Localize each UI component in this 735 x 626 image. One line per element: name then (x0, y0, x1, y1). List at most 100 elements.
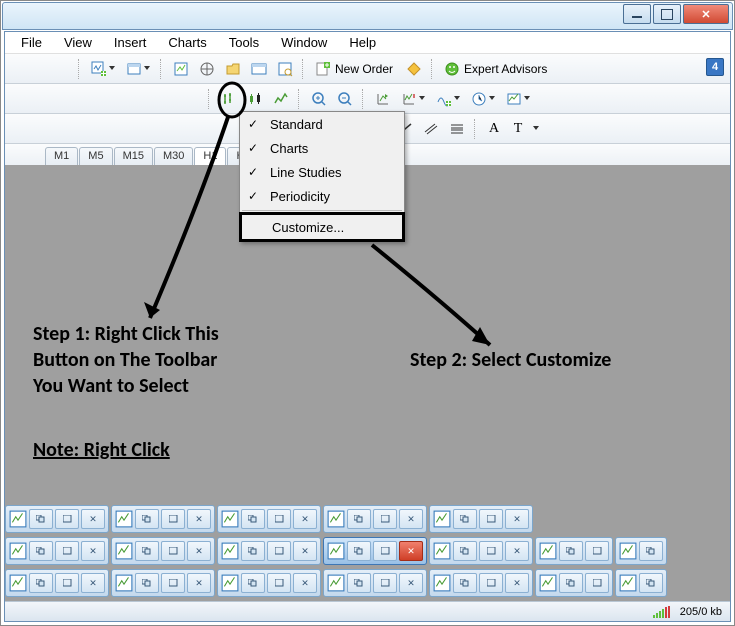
mdi-close-button[interactable]: ✕ (81, 541, 105, 561)
menu-help[interactable]: Help (339, 33, 386, 52)
menu-insert[interactable]: Insert (104, 33, 157, 52)
mdi-minimize-button[interactable] (241, 573, 265, 593)
mdi-maximize-button[interactable] (373, 573, 397, 593)
timeframe-m30[interactable]: M30 (154, 147, 193, 167)
mdi-window-active[interactable]: ✕ (323, 537, 427, 565)
mdi-close-button[interactable]: ✕ (187, 573, 211, 593)
mdi-minimize-button[interactable] (241, 541, 265, 561)
menu-file[interactable]: File (11, 33, 52, 52)
timeframe-h1[interactable]: H1 (194, 147, 226, 167)
mdi-window[interactable] (615, 569, 667, 597)
mdi-maximize-button[interactable] (373, 509, 397, 529)
bar-chart-button[interactable] (217, 88, 241, 110)
ctx-item-periodicity[interactable]: Periodicity (240, 184, 404, 208)
mdi-maximize-button[interactable] (373, 541, 397, 561)
fibonacci-button[interactable] (445, 118, 469, 140)
mdi-minimize-button[interactable] (29, 509, 53, 529)
mdi-window[interactable]: ✕ (429, 569, 533, 597)
strategy-tester-button[interactable] (273, 58, 297, 80)
mdi-minimize-button[interactable] (135, 573, 159, 593)
ctx-item-charts[interactable]: Charts (240, 136, 404, 160)
timeframe-m5[interactable]: M5 (79, 147, 112, 167)
mdi-maximize-button[interactable] (479, 573, 503, 593)
mdi-window[interactable] (615, 537, 667, 565)
mdi-maximize-button[interactable] (585, 541, 609, 561)
mdi-close-button[interactable]: ✕ (505, 509, 529, 529)
mdi-close-button[interactable]: ✕ (505, 541, 529, 561)
dropdown-icon[interactable] (533, 125, 540, 132)
mdi-minimize-button[interactable] (559, 541, 583, 561)
mdi-window[interactable]: ✕ (429, 537, 533, 565)
window-maximize-button[interactable] (653, 4, 681, 24)
market-watch-button[interactable] (169, 58, 193, 80)
alert-count-badge[interactable]: 4 (706, 58, 724, 76)
ctx-item-standard[interactable]: Standard (240, 112, 404, 136)
mdi-window[interactable]: ✕ (5, 569, 109, 597)
mdi-close-button[interactable]: ✕ (293, 509, 317, 529)
mdi-minimize-button[interactable] (347, 509, 371, 529)
ctx-item-customize[interactable]: Customize... (239, 212, 405, 242)
toolbar-grip[interactable] (302, 59, 306, 79)
mdi-minimize-button[interactable] (559, 573, 583, 593)
mdi-window[interactable] (535, 569, 613, 597)
mdi-maximize-button[interactable] (267, 573, 291, 593)
mdi-minimize-button[interactable] (241, 509, 265, 529)
mdi-window[interactable] (535, 537, 613, 565)
mdi-minimize-button[interactable] (29, 573, 53, 593)
text-button[interactable]: A (483, 118, 505, 140)
mdi-window[interactable]: ✕ (5, 537, 109, 565)
mdi-close-button[interactable]: ✕ (81, 573, 105, 593)
menu-window[interactable]: Window (271, 33, 337, 52)
mdi-maximize-button[interactable] (161, 573, 185, 593)
mdi-window[interactable]: ✕ (323, 505, 427, 533)
mdi-minimize-button[interactable] (347, 541, 371, 561)
zoom-out-button[interactable] (333, 88, 357, 110)
metaquotes-button[interactable] (402, 58, 426, 80)
templates-button[interactable] (502, 88, 535, 110)
candlestick-button[interactable] (243, 88, 267, 110)
mdi-minimize-button[interactable] (639, 573, 663, 593)
mdi-window[interactable]: ✕ (217, 505, 321, 533)
mdi-window[interactable]: ✕ (217, 537, 321, 565)
line-chart-button[interactable] (269, 88, 293, 110)
text-label-button[interactable]: T (507, 118, 529, 140)
mdi-window[interactable]: ✕ (217, 569, 321, 597)
zoom-in-button[interactable] (307, 88, 331, 110)
menu-tools[interactable]: Tools (219, 33, 269, 52)
toolbar-grip[interactable] (474, 119, 478, 139)
mdi-close-button[interactable]: ✕ (399, 541, 423, 561)
mdi-close-button[interactable]: ✕ (293, 573, 317, 593)
mdi-window[interactable]: ✕ (5, 505, 109, 533)
toolbar-grip[interactable] (362, 89, 366, 109)
menu-charts[interactable]: Charts (158, 33, 216, 52)
mdi-window[interactable]: ✕ (323, 569, 427, 597)
toolbar-grip[interactable] (208, 89, 212, 109)
mdi-maximize-button[interactable] (55, 509, 79, 529)
mdi-window[interactable]: ✕ (429, 505, 533, 533)
mdi-maximize-button[interactable] (55, 573, 79, 593)
ctx-item-line-studies[interactable]: Line Studies (240, 160, 404, 184)
mdi-maximize-button[interactable] (267, 541, 291, 561)
mdi-maximize-button[interactable] (161, 509, 185, 529)
auto-scroll-button[interactable] (371, 88, 395, 110)
mdi-close-button[interactable]: ✕ (187, 509, 211, 529)
timeframe-m15[interactable]: M15 (114, 147, 153, 167)
mdi-close-button[interactable]: ✕ (187, 541, 211, 561)
mdi-maximize-button[interactable] (161, 541, 185, 561)
mdi-maximize-button[interactable] (585, 573, 609, 593)
mdi-maximize-button[interactable] (479, 541, 503, 561)
mdi-minimize-button[interactable] (453, 573, 477, 593)
mdi-minimize-button[interactable] (639, 541, 663, 561)
mdi-minimize-button[interactable] (135, 509, 159, 529)
profiles-button[interactable] (122, 58, 155, 80)
mdi-maximize-button[interactable] (267, 509, 291, 529)
mdi-close-button[interactable]: ✕ (505, 573, 529, 593)
mdi-maximize-button[interactable] (479, 509, 503, 529)
toolbar-grip[interactable] (160, 59, 164, 79)
terminal-button[interactable] (247, 58, 271, 80)
mdi-minimize-button[interactable] (135, 541, 159, 561)
mdi-minimize-button[interactable] (453, 509, 477, 529)
mdi-close-button[interactable]: ✕ (293, 541, 317, 561)
toolbar-grip[interactable] (78, 59, 82, 79)
data-window-button[interactable] (221, 58, 245, 80)
